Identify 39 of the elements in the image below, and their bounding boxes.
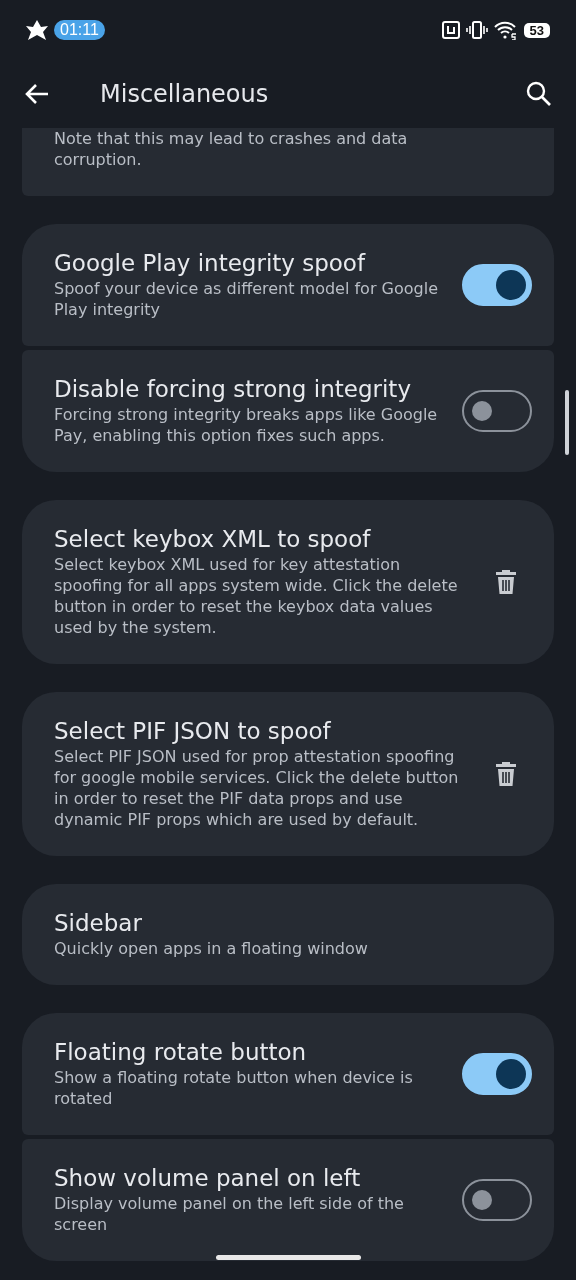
settings-item[interactable]: Show volume panel on left Display volume panel on the left side of the screen [22,1139,554,1261]
screen-title: Miscellaneous [100,80,270,108]
settings-item[interactable]: Note that this may lead to crashes and data corruption. [22,128,554,196]
settings-item[interactable] [22,692,554,856]
battery-level: 53 [523,22,550,38]
toggle-switch[interactable] [462,264,532,306]
back-arrow-icon[interactable] [24,83,50,105]
wifi-icon [493,20,518,40]
setting-title: Google Play integrity spoof [54,250,367,276]
setting-description: Forcing strong integrity breaks apps like Google Pay, enabling this option fixes such apps. [54,404,439,446]
settings-item[interactable]: Floating rotate button Show a floating rotate button when device is rotated [22,1013,554,1135]
vibrate-icon [465,21,488,39]
setting-title: Select PIF JSON to spoof [54,718,332,744]
setting-title: Floating rotate button [54,1039,308,1065]
setting-title: Select keybox XML to spoof [54,526,372,552]
app-logo-icon [26,20,48,40]
settings-item[interactable]: Google Play integrity spoof Spoof your device as different model for Google Play integrity [22,224,554,346]
setting-title: Sidebar [54,910,143,936]
delete-icon[interactable] [494,569,518,595]
setting-description: Select PIF JSON used for prop attestation spoofing for google mobile services. Click the delete button in order to reset the PIF data props and use dynamic PIF props which are used by default. [54,746,460,830]
settings-item[interactable]: Select keybox XML to spoof Select keybox XML used for key attestation spoofing for all apps system wide. Click the delete button in order to reset the keybox data values used by the system. [22,500,554,664]
settings-item[interactable]: Sidebar Quickly open apps in a floating window [22,884,554,985]
status-time: 01:11 [54,20,105,40]
setting-description: Show a floating rotate button when device is rotated [54,1067,414,1109]
toggle-switch[interactable] [462,390,532,432]
setting-description: Display volume panel on the left side of the screen [54,1193,405,1235]
delete-icon[interactable] [494,761,518,787]
setting-description: Note that this may lead to crashes and data corruption. [54,128,409,170]
toggle-switch[interactable] [462,1179,532,1221]
setting-description: Quickly open apps in a floating window [54,938,369,959]
nfc-icon [441,21,460,39]
search-icon[interactable] [526,81,552,107]
settings-item[interactable]: Disable forcing strong integrity Forcing strong integrity breaks apps like Google Pay, enabling this option fixes such apps. [22,350,554,472]
setting-title: Disable forcing strong integrity [54,376,412,402]
scrollbar [565,390,569,455]
toggle-switch[interactable] [462,1053,532,1095]
setting-title: Show volume panel on left [54,1165,362,1191]
setting-description: Spoof your device as different model for Google Play integrity [54,278,439,320]
setting-description: Select keybox XML used for key attestation spoofing for all apps system wide. Click the delete button in order to reset the keybox data values used by the system. [54,554,459,638]
